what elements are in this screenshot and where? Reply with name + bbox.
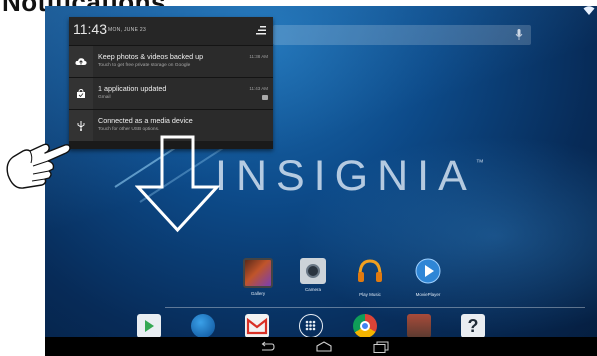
app-gallery[interactable]: Gallery (235, 258, 281, 296)
app-label: Play Music (359, 292, 381, 297)
microphone-icon[interactable] (515, 28, 523, 42)
notification-icon-box (69, 46, 93, 77)
headphones-icon (358, 259, 382, 282)
notification-title: 1 application updated (98, 84, 167, 93)
recent-apps-icon[interactable] (373, 341, 389, 353)
search-bar[interactable] (273, 25, 531, 45)
notification-panel: 11:43 MON, JUNE 23 Keep photos & videos … (69, 17, 273, 149)
gallery-icon (243, 258, 273, 288)
gmail-icon[interactable] (245, 314, 269, 338)
app-label: MoviePlayer (415, 292, 441, 297)
notification-time: 11:43 AM (249, 86, 268, 91)
navigation-bar (45, 337, 597, 356)
brand-wordmark: INSIGNIA™ (215, 152, 484, 201)
quick-settings-icon[interactable] (255, 25, 267, 37)
notification-icon-box (69, 78, 93, 109)
app-camera[interactable]: Camera (290, 258, 336, 292)
cloud-upload-icon (75, 57, 87, 65)
home-icon[interactable] (315, 341, 333, 352)
globe-icon[interactable] (191, 314, 215, 338)
swipe-down-arrow (135, 135, 220, 233)
help-icon[interactable]: ? (461, 314, 485, 338)
app-label: Gallery (250, 291, 266, 296)
camera-icon (300, 258, 326, 284)
media-icon[interactable] (407, 314, 431, 338)
brand-text: INSIGNIA (215, 152, 476, 200)
wifi-icon (583, 6, 595, 15)
date: MON, JUNE 23 (108, 27, 147, 33)
chrome-icon[interactable] (353, 314, 377, 338)
tablet-screen: INSIGNIA™ 11:43 MON, JUNE 23 Keep photos… (45, 6, 597, 356)
app-label: Camera (304, 287, 321, 292)
app-play-music[interactable]: Play Music (347, 258, 393, 297)
app-drawer-icon[interactable] (299, 314, 323, 338)
notification-item[interactable]: 1 application updated Gmail 11:43 AM (69, 77, 273, 109)
usb-icon (77, 121, 85, 131)
notification-subtitle: Touch to get free private storage on Goo… (98, 63, 191, 68)
play-icon (415, 258, 441, 284)
notification-item[interactable]: Keep photos & videos backed up Touch to … (69, 45, 273, 77)
play-store-icon[interactable] (137, 314, 161, 338)
notification-header: 11:43 MON, JUNE 23 (69, 17, 273, 45)
notification-time: 11:38 AM (249, 54, 268, 59)
trademark-symbol: ™ (475, 158, 484, 167)
notification-title: Connected as a media device (98, 116, 193, 125)
shopping-bag-icon (77, 88, 85, 98)
back-icon[interactable] (259, 341, 275, 352)
app-movieplayer[interactable]: MoviePlayer (405, 258, 451, 297)
hand-pointer-icon (6, 143, 71, 189)
notification-subtitle: Gmail (98, 95, 111, 100)
notification-subtitle: Touch for other USB options. (98, 127, 160, 132)
home-apps-row: Gallery Camera Play Music MoviePlayer (235, 258, 475, 306)
clock: 11:43 (73, 21, 107, 37)
gmail-small-icon (262, 95, 268, 100)
notification-title: Keep photos & videos backed up (98, 52, 204, 61)
